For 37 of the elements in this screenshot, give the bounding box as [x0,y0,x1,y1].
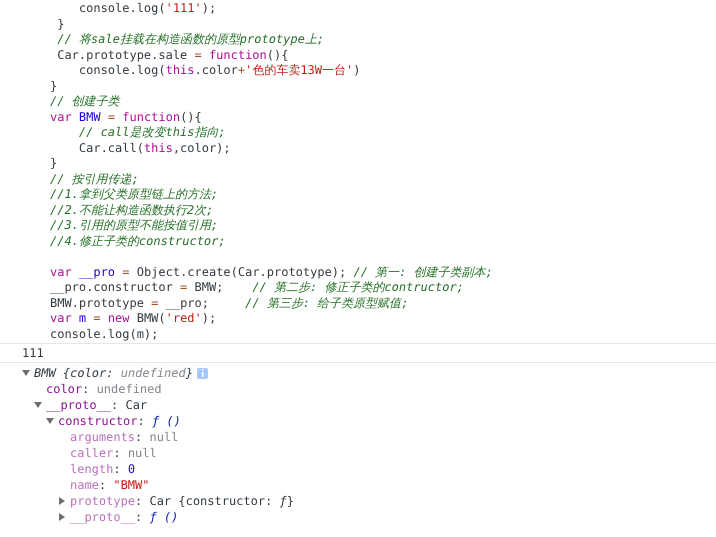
code-line: // 按引用传递; [50,170,139,186]
property-row: caller: null [70,445,157,461]
expanded-triangle-icon[interactable] [22,369,30,377]
collapsed-triangle-icon[interactable] [58,513,66,521]
property-row: length: 0 [70,461,136,477]
code-line: var __pro = Object.create(Car.prototype); // 第一: 创建子类副本; [50,264,493,279]
object-summary: BMW {color: undefined} [34,365,193,381]
code-line: __pro.constructor = BMW; // 第二步: 修正子类的contructor; [50,279,464,294]
code-line: Car.call(this,color); [78,140,231,155]
property-row: __proto__: ƒ () [70,509,178,525]
property-row: __proto__: Car [46,397,148,413]
property-row: color: undefined [46,381,162,397]
code-line: } [56,16,64,31]
code-line: // 将sale挂载在构造函数的原型prototype上; [56,31,324,46]
code-line: console.log(m); [50,326,158,341]
console-message: 111 [22,346,44,360]
code-line: // call是改变this指向; [78,124,226,140]
property-row: prototype: Car {constructor: ƒ} [70,493,294,509]
code-line: // 创建子类 [50,93,120,108]
code-line: var m = new BMW('red'); [50,310,216,326]
property-row: constructor: ƒ () [58,413,181,429]
code-line: console.log(this.color+'色的车卖13W一台') [78,62,360,78]
code-line: } [50,155,58,170]
property-row: arguments: null [70,429,178,445]
code-line: //1.拿到父类原型链上的方法; [50,186,218,202]
code-line: //3.引用的原型不能按值引用; [50,217,218,232]
code-line: //4.修正子类的constructor; [50,232,226,248]
code-line: Car.prototype.sale = function(){ [56,46,288,62]
code-line: var BMW = function(){ [50,108,202,124]
code-line: console.log('111'); [78,0,216,16]
expanded-triangle-icon[interactable] [46,417,54,425]
code-line: BMW.prototype = __pro; // 第三步: 给子类原型赋值; [50,294,408,310]
expanded-triangle-icon[interactable] [34,401,42,409]
code-line: //2.不能让构造函数执行2次; [50,202,214,217]
code-line: } [50,78,58,93]
collapsed-triangle-icon[interactable] [58,497,66,505]
property-row: name: "BMW" [70,477,150,493]
